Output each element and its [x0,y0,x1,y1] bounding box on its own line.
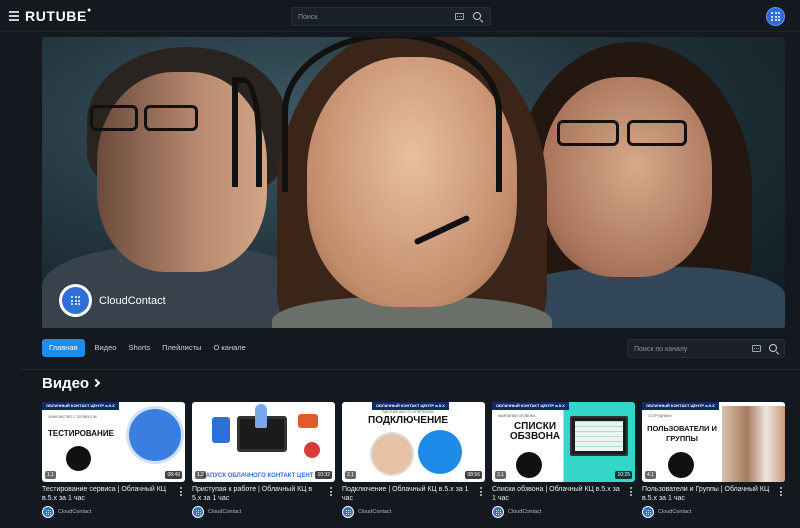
search-box [291,7,491,26]
channel-label[interactable]: CloudContact [508,509,541,515]
tab-shorts[interactable]: Shorts [122,339,156,357]
channel-avatar[interactable] [642,506,654,518]
channel-banner: CloudContact [42,37,785,328]
power-icon [418,430,462,474]
chevron-right-icon [91,378,101,388]
channel-label[interactable]: CloudContact [58,509,91,515]
video-thumbnail[interactable]: ОБЛАЧНЫЙ КОНТАКТ ЦЕНТР в.5.Х КАМПАНИИ ОБ… [492,402,635,482]
channel-label[interactable]: CloudContact [208,509,241,515]
channel-tabs: Главная Видео Shorts Плейлисты О канале [42,339,252,357]
video-card[interactable]: ЗАПУСК ОБЛАЧНОГО КОНТАКТ ЦЕНТ 1.2 10:32 … [192,402,335,518]
user-avatar[interactable] [766,7,785,26]
hamburger-menu-icon[interactable] [9,11,19,21]
channel-avatar[interactable] [42,506,54,518]
more-options-icon[interactable] [630,487,633,498]
channel-avatar[interactable] [492,506,504,518]
monitor-icon [570,416,628,456]
channel-avatar[interactable] [192,506,204,518]
search-icon[interactable] [473,12,481,20]
more-options-icon[interactable] [780,487,783,498]
channel-label[interactable]: CloudContact [658,509,691,515]
video-title[interactable]: Подключение | Облачный КЦ в.5.х за 1 час [342,485,470,503]
keyboard-icon[interactable] [455,13,464,20]
search-input[interactable] [298,11,448,23]
channel-avatar[interactable] [342,506,354,518]
list-icon [516,452,542,478]
video-title[interactable]: Приступая к работе | Облачный КЦ в 5.х з… [192,485,320,503]
tab-main[interactable]: Главная [42,339,85,357]
video-thumbnail[interactable]: ОБЛАЧНЫЙ КОНТАКТ ЦЕНТР в.5.Х СОТРУДНИКИ … [642,402,785,482]
channel-name[interactable]: CloudContact [99,295,166,307]
video-card[interactable]: ОБЛАЧНЫЙ КОНТАКТ ЦЕНТР в.5.Х ЗНАКОМСТВО … [42,402,185,518]
tab-about[interactable]: О канале [207,339,251,357]
sidebar [0,33,20,528]
tab-videos[interactable]: Видео [89,339,123,357]
channel-logo[interactable] [59,284,92,317]
channel-label[interactable]: CloudContact [358,509,391,515]
more-options-icon[interactable] [330,487,333,498]
keyboard-icon[interactable] [752,345,761,352]
video-title[interactable]: Тестирование сервиса | Облачный КЦ в.5.х… [42,485,170,503]
video-title[interactable]: Пользователи и Группы | Облачный КЦ в.5.… [642,485,770,503]
more-options-icon[interactable] [180,487,183,498]
more-options-icon[interactable] [480,487,483,498]
search-icon[interactable] [769,344,777,352]
operator-photo [370,432,414,476]
top-bar: RUTUBE● [0,0,800,32]
video-card[interactable]: ОБЛАЧНЫЙ КОНТАКТ ЦЕНТР в.5.Х КАМПАНИИ ОБ… [492,402,635,518]
phone-keypad-icon [126,406,184,464]
video-thumbnail[interactable]: ОБЛАЧНЫЙ КОНТАКТ ЦЕНТР в.5.Х ЗНАКОМСТВО … [42,402,185,482]
video-card[interactable]: ОБЛАЧНЫЙ КОНТАКТ ЦЕНТР в.5.Х СОТРУДНИКИ … [642,402,785,518]
monitor-icon [66,446,91,471]
video-card[interactable]: ОБЛАЧНЫЙ КОНТАКТ ЦЕНТР в.5.Х РАБОЧЕЕ МЕС… [342,402,485,518]
channel-search-input[interactable] [634,343,744,355]
section-title-videos[interactable]: Видео [42,375,101,392]
video-thumbnail[interactable]: ЗАПУСК ОБЛАЧНОГО КОНТАКТ ЦЕНТ 1.2 10:32 [192,402,335,482]
tab-playlists[interactable]: Плейлисты [156,339,207,357]
divider [20,369,800,370]
channel-search-box [627,339,785,358]
rutube-logo[interactable]: RUTUBE● [25,7,92,24]
video-thumbnail[interactable]: ОБЛАЧНЫЙ КОНТАКТ ЦЕНТР в.5.Х РАБОЧЕЕ МЕС… [342,402,485,482]
video-title[interactable]: Списки обзвона | Облачный КЦ в.5.х за 1 … [492,485,620,503]
rocket-icon [255,404,267,428]
support-agent-icon [668,452,694,478]
team-photo [722,406,785,482]
